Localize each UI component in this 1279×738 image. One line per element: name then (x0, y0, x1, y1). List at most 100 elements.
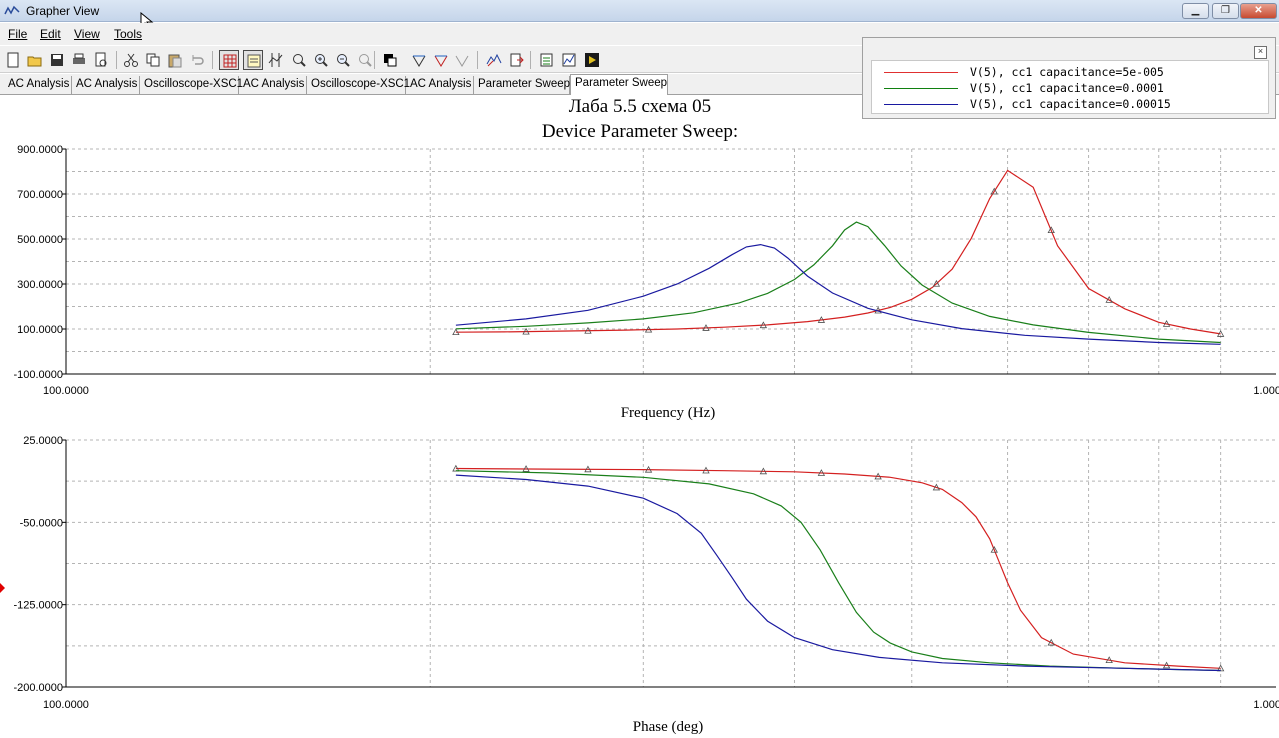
chart-1: 900.0000 700.0000 500.0000 300.0000 100.0000… (13, 144, 1279, 421)
zoom-full-button[interactable] (355, 50, 375, 70)
zoom-out-icon (337, 54, 350, 67)
save-button[interactable] (47, 50, 67, 70)
legend-swatch (884, 88, 958, 89)
chart-2: 25.0000 -50.0000 -125.0000 -200.0000 100.000… (13, 435, 1279, 735)
y-tick-label: 700.0000 (17, 189, 63, 201)
open-folder-button[interactable] (25, 50, 45, 70)
undo-button[interactable] (187, 50, 207, 70)
chart-subtitle: Device Parameter Sweep: (542, 121, 738, 142)
export-button[interactable] (484, 50, 504, 70)
toolbar-separator (530, 51, 531, 69)
paste-button[interactable] (165, 50, 185, 70)
tab-oscilloscope-xsc1[interactable]: Oscilloscope-XSC1 (140, 76, 243, 95)
window-title: Grapher View (26, 4, 100, 18)
series-line-2 (455, 470, 1221, 672)
legend-close-button[interactable]: × (1254, 46, 1267, 59)
tab-ac-analysis[interactable]: AC Analysis (406, 76, 474, 95)
open-folder-icon (27, 56, 42, 67)
overlay-traces-button[interactable] (452, 50, 472, 70)
legend-swatch (884, 72, 958, 73)
grid-toggle-button[interactable] (219, 50, 239, 70)
undo-icon (192, 55, 204, 65)
export-icon (486, 53, 502, 67)
menu-edit[interactable]: Edit (40, 27, 61, 41)
tab-ac-analysis[interactable]: AC Analysis (4, 76, 72, 95)
legend-entry: V(5), cc1 capacitance=0.00015 (872, 96, 1268, 112)
y-tick-label: 300.0000 (17, 279, 63, 291)
restore-button[interactable]: ❐ (1212, 3, 1239, 19)
zoom-area-button[interactable] (289, 50, 309, 70)
legend-toggle-button[interactable] (243, 50, 263, 70)
export-excel-button[interactable] (537, 50, 557, 70)
series-line-3 (455, 474, 1221, 672)
legend-swatch (884, 104, 958, 105)
y-tick-label: 25.0000 (23, 435, 63, 447)
series-line-1 (455, 169, 1221, 335)
reverse-colors-button[interactable] (380, 50, 400, 70)
cursors-button[interactable] (266, 50, 286, 70)
grapher-plot-area[interactable]: 900.0000 700.0000 500.0000 300.0000 100.0000… (0, 95, 1279, 738)
y-tick-label: -125.0000 (13, 600, 63, 612)
export-excel-icon (540, 53, 553, 67)
print-preview-button[interactable] (91, 50, 111, 70)
zoom-in-button[interactable] (311, 50, 331, 70)
paste-icon (168, 54, 182, 68)
series-line-2 (455, 221, 1221, 344)
add-trace-button[interactable] (507, 50, 527, 70)
minimize-button[interactable]: ▁ (1182, 3, 1209, 19)
legend-toggle-icon (247, 54, 261, 68)
exit-grapher-icon (585, 53, 599, 67)
legend-entry: V(5), cc1 capacitance=5e-005 (872, 64, 1268, 80)
zoom-in-icon (315, 54, 328, 67)
new-file-icon (7, 52, 19, 68)
traces-icon (434, 55, 448, 67)
save-icon (51, 54, 63, 66)
menu-view[interactable]: View (74, 27, 100, 41)
cursor-marker-icon[interactable] (0, 583, 5, 593)
tab-parameter-sweep[interactable]: Parameter Sweep (570, 74, 668, 95)
print-preview-icon (95, 52, 107, 67)
chart-title: Лаба 5.5 схема 05 (569, 96, 711, 117)
x-axis-label: Frequency (Hz) (621, 405, 716, 421)
exit-grapher-button[interactable] (582, 50, 602, 70)
menu-tools[interactable]: Tools (114, 27, 142, 41)
legend-label: V(5), cc1 capacitance=0.0001 (970, 81, 1164, 95)
export-measurement-button[interactable] (559, 50, 579, 70)
tab-ac-analysis[interactable]: AC Analysis (72, 76, 140, 95)
toolbar-separator (116, 51, 117, 69)
traces-button[interactable] (431, 50, 451, 70)
zoom-area-icon (293, 54, 306, 67)
tab-oscilloscope-xsc1[interactable]: Oscilloscope-XSC1 (307, 76, 410, 95)
legend-box: V(5), cc1 capacitance=5e-005 V(5), cc1 ca… (871, 60, 1269, 114)
menu-file[interactable]: File (8, 27, 27, 41)
x-tick-label: 1.0000k (1253, 385, 1279, 397)
close-button[interactable]: ✕ (1240, 3, 1277, 19)
x-tick-label: 1.0000k (1253, 699, 1279, 711)
grid-toggle-icon (223, 54, 237, 68)
toolbar-separator (477, 51, 478, 69)
print-icon (73, 53, 85, 64)
x-axis-label: Phase (deg) (633, 719, 703, 735)
reverse-colors-icon (384, 54, 397, 67)
y-tick-label: 900.0000 (17, 144, 63, 156)
y-tick-label: -50.0000 (20, 517, 63, 529)
cut-button[interactable] (121, 50, 141, 70)
grapher-app-icon (4, 5, 20, 15)
select-marks-icon (412, 55, 426, 67)
legend-entry: V(5), cc1 capacitance=0.0001 (872, 80, 1268, 96)
new-file-button[interactable] (3, 50, 23, 70)
tab-parameter-sweep[interactable]: Parameter Sweep (474, 76, 570, 95)
tab-ac-analysis[interactable]: AC Analysis (239, 76, 307, 95)
copy-button[interactable] (143, 50, 163, 70)
zoom-full-icon (359, 54, 372, 67)
y-tick-label: -200.0000 (13, 682, 63, 694)
print-button[interactable] (69, 50, 89, 70)
select-marks-button[interactable] (409, 50, 429, 70)
title-bar: Grapher View ▁ ❐ ✕ (0, 0, 1279, 22)
cursors-icon (268, 53, 283, 67)
cut-icon (124, 53, 138, 67)
zoom-out-button[interactable] (333, 50, 353, 70)
x-tick-label: 100.0000 (43, 699, 89, 711)
legend-panel[interactable]: × V(5), cc1 capacitance=5e-005 V(5), cc1 … (862, 37, 1276, 119)
legend-label: V(5), cc1 capacitance=5e-005 (970, 65, 1164, 79)
